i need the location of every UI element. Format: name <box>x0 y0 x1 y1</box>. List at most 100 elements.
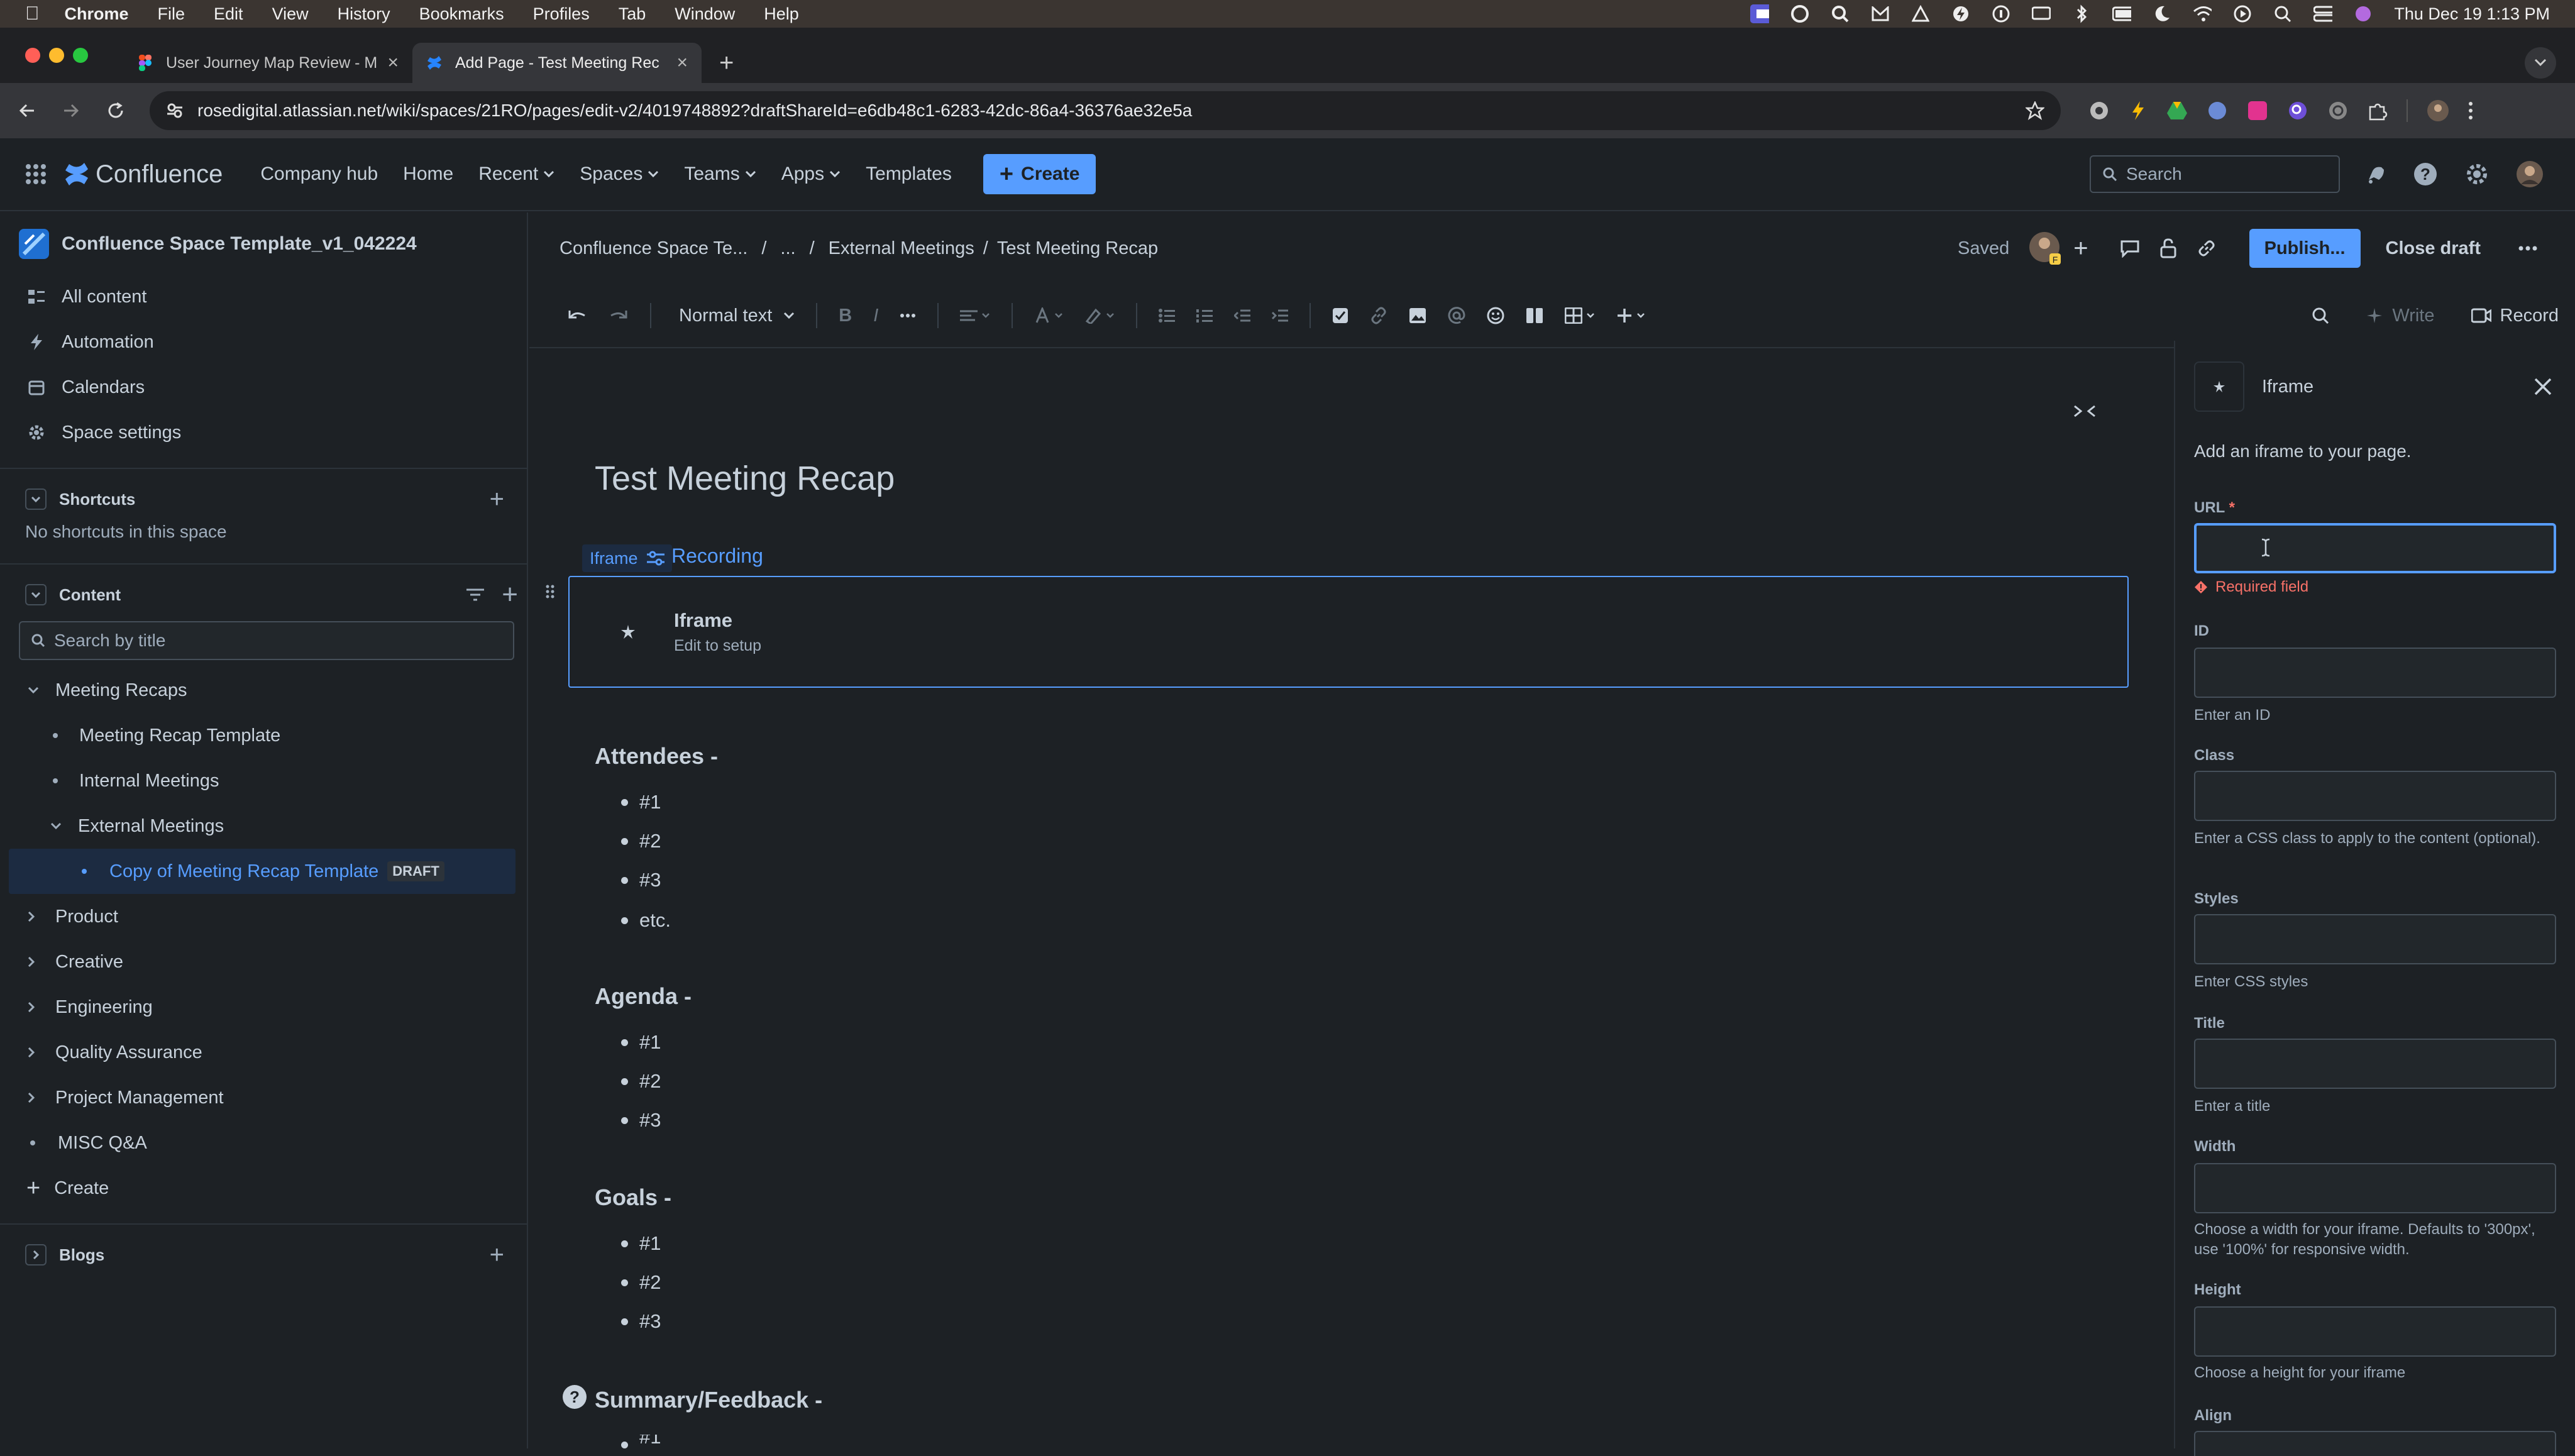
bullet-list-icon[interactable] <box>1159 309 1176 323</box>
tree-item-product[interactable]: Product <box>0 894 527 939</box>
new-tab-button[interactable]: + <box>719 49 734 77</box>
emoji-icon[interactable] <box>1487 307 1504 324</box>
list-item[interactable]: #1 <box>621 1232 661 1255</box>
more-formatting-icon[interactable] <box>900 313 916 318</box>
menu-bookmarks[interactable]: Bookmarks <box>419 4 504 24</box>
global-search-input[interactable]: Search <box>2090 155 2340 193</box>
forward-icon[interactable] <box>63 102 79 119</box>
tree-item-meeting-recaps[interactable]: Meeting Recaps <box>0 668 527 713</box>
spotlight-icon[interactable] <box>2273 4 2292 23</box>
indent-icon[interactable] <box>1272 309 1289 323</box>
filter-icon[interactable] <box>465 587 485 602</box>
full-width-toggle-icon[interactable] <box>2073 404 2096 419</box>
chevron-down-icon[interactable] <box>50 822 62 830</box>
tree-item-quality-assurance[interactable]: Quality Assurance <box>0 1030 527 1075</box>
list-item[interactable]: #2 <box>621 830 661 852</box>
nav-apps[interactable]: Apps <box>781 163 841 185</box>
menu-history[interactable]: History <box>338 4 390 24</box>
tree-item-project-management[interactable]: Project Management <box>0 1075 527 1120</box>
attendees-heading[interactable]: Attendees - <box>595 743 718 769</box>
publish-button[interactable]: Publish... <box>2249 229 2361 268</box>
layouts-icon[interactable] <box>1526 307 1543 324</box>
create-button[interactable]: + Create <box>983 154 1096 194</box>
nav-spaces[interactable]: Spaces <box>580 163 659 185</box>
siri-icon[interactable] <box>2354 4 2373 23</box>
close-panel-icon[interactable] <box>2534 377 2552 396</box>
play-icon[interactable] <box>2233 4 2252 23</box>
one-password-icon[interactable] <box>1992 4 2010 23</box>
iframe-node-tag[interactable]: Iframe <box>582 544 672 572</box>
extensions-puzzle-icon[interactable] <box>2368 101 2388 121</box>
list-item[interactable]: #1 <box>621 1435 661 1448</box>
menu-edit[interactable]: Edit <box>214 4 243 24</box>
menu-file[interactable]: File <box>158 4 185 24</box>
list-item[interactable]: etc. <box>621 909 671 932</box>
page-title[interactable]: Test Meeting Recap <box>595 459 895 498</box>
list-item[interactable]: #1 <box>621 1031 661 1054</box>
tree-item-meeting-recap-template[interactable]: Meeting Recap Template <box>0 713 527 758</box>
confluence-logo[interactable]: Confluence <box>64 160 223 189</box>
title-input[interactable] <box>2194 1039 2556 1089</box>
class-input[interactable] <box>2194 771 2556 821</box>
apple-icon[interactable]:  <box>25 3 40 25</box>
menu-tab[interactable]: Tab <box>619 4 646 24</box>
agenda-heading[interactable]: Agenda - <box>595 983 692 1010</box>
copy-link-icon[interactable] <box>2197 238 2217 258</box>
extension-bolt-icon[interactable] <box>2129 100 2148 121</box>
chevron-right-icon[interactable] <box>28 956 35 968</box>
list-item[interactable]: #1 <box>621 791 661 813</box>
find-icon[interactable] <box>2312 307 2329 324</box>
width-input[interactable] <box>2194 1163 2556 1213</box>
menu-help[interactable]: Help <box>764 4 799 24</box>
battery-icon[interactable] <box>2112 4 2132 23</box>
wifi-icon[interactable] <box>2193 4 2212 23</box>
control-center-icon[interactable] <box>2313 4 2333 23</box>
sidebar-item-all-content[interactable]: All content <box>0 274 527 319</box>
text-style-dropdown[interactable]: Normal text <box>679 306 795 326</box>
space-header[interactable]: Confluence Space Template_v1_042224 <box>0 224 527 264</box>
bolt-icon[interactable] <box>1951 4 1970 23</box>
site-info-icon[interactable] <box>166 102 184 119</box>
write-ai-button[interactable]: Write <box>2366 306 2435 326</box>
table-dropdown-icon[interactable] <box>1565 307 1595 324</box>
nav-home[interactable]: Home <box>403 163 453 185</box>
outdent-icon[interactable] <box>1234 309 1251 323</box>
comment-icon[interactable] <box>2120 239 2140 258</box>
undo-icon[interactable] <box>567 308 587 323</box>
window-zoom-button[interactable] <box>73 48 88 63</box>
shortcuts-section-header[interactable]: Shortcuts + <box>0 477 527 522</box>
tree-item-copy-template-selected[interactable]: Copy of Meeting Recap Template DRAFT <box>9 849 516 894</box>
profile-avatar[interactable] <box>2427 99 2449 122</box>
window-close-button[interactable] <box>25 48 40 63</box>
notifications-icon[interactable] <box>2365 163 2386 185</box>
nav-teams[interactable]: Teams <box>684 163 756 185</box>
menu-window[interactable]: Window <box>675 4 735 24</box>
recording-heading[interactable]: Recording <box>671 544 763 568</box>
iframe-placeholder-card[interactable]: Iframe Edit to setup <box>568 576 2129 688</box>
help-icon[interactable]: ? <box>2413 162 2438 187</box>
tree-item-engineering[interactable]: Engineering <box>0 984 527 1030</box>
extension-cube-icon[interactable] <box>2207 100 2228 121</box>
bluetooth-icon[interactable] <box>2072 4 2091 23</box>
drag-handle-icon[interactable] <box>546 585 554 598</box>
address-bar[interactable]: rosedigital.atlassian.net/wiki/spaces/21… <box>150 91 2061 130</box>
menu-app-name[interactable]: Chrome <box>65 4 129 24</box>
settings-gear-icon[interactable] <box>2464 162 2490 187</box>
action-item-icon[interactable] <box>1332 307 1348 324</box>
insert-more-dropdown-icon[interactable] <box>1616 307 1645 324</box>
tab-search-icon[interactable] <box>2525 47 2556 79</box>
highlight-dropdown-icon[interactable] <box>1084 307 1115 324</box>
chevron-down-icon[interactable] <box>28 687 39 694</box>
image-icon[interactable] <box>1409 307 1426 324</box>
align-dropdown-icon[interactable] <box>960 309 990 322</box>
chevron-right-icon[interactable] <box>28 1001 35 1013</box>
mention-icon[interactable] <box>1448 307 1465 324</box>
moon-icon[interactable] <box>2153 4 2171 23</box>
breadcrumb-current-page[interactable]: Test Meeting Recap <box>997 238 1158 259</box>
list-item[interactable]: #3 <box>621 1310 661 1333</box>
height-input[interactable] <box>2194 1306 2556 1357</box>
nav-company-hub[interactable]: Company hub <box>260 163 378 185</box>
grammarly-icon[interactable] <box>1790 4 1809 23</box>
screen-share-icon[interactable] <box>1750 4 1770 23</box>
text-color-dropdown-icon[interactable] <box>1034 307 1063 324</box>
